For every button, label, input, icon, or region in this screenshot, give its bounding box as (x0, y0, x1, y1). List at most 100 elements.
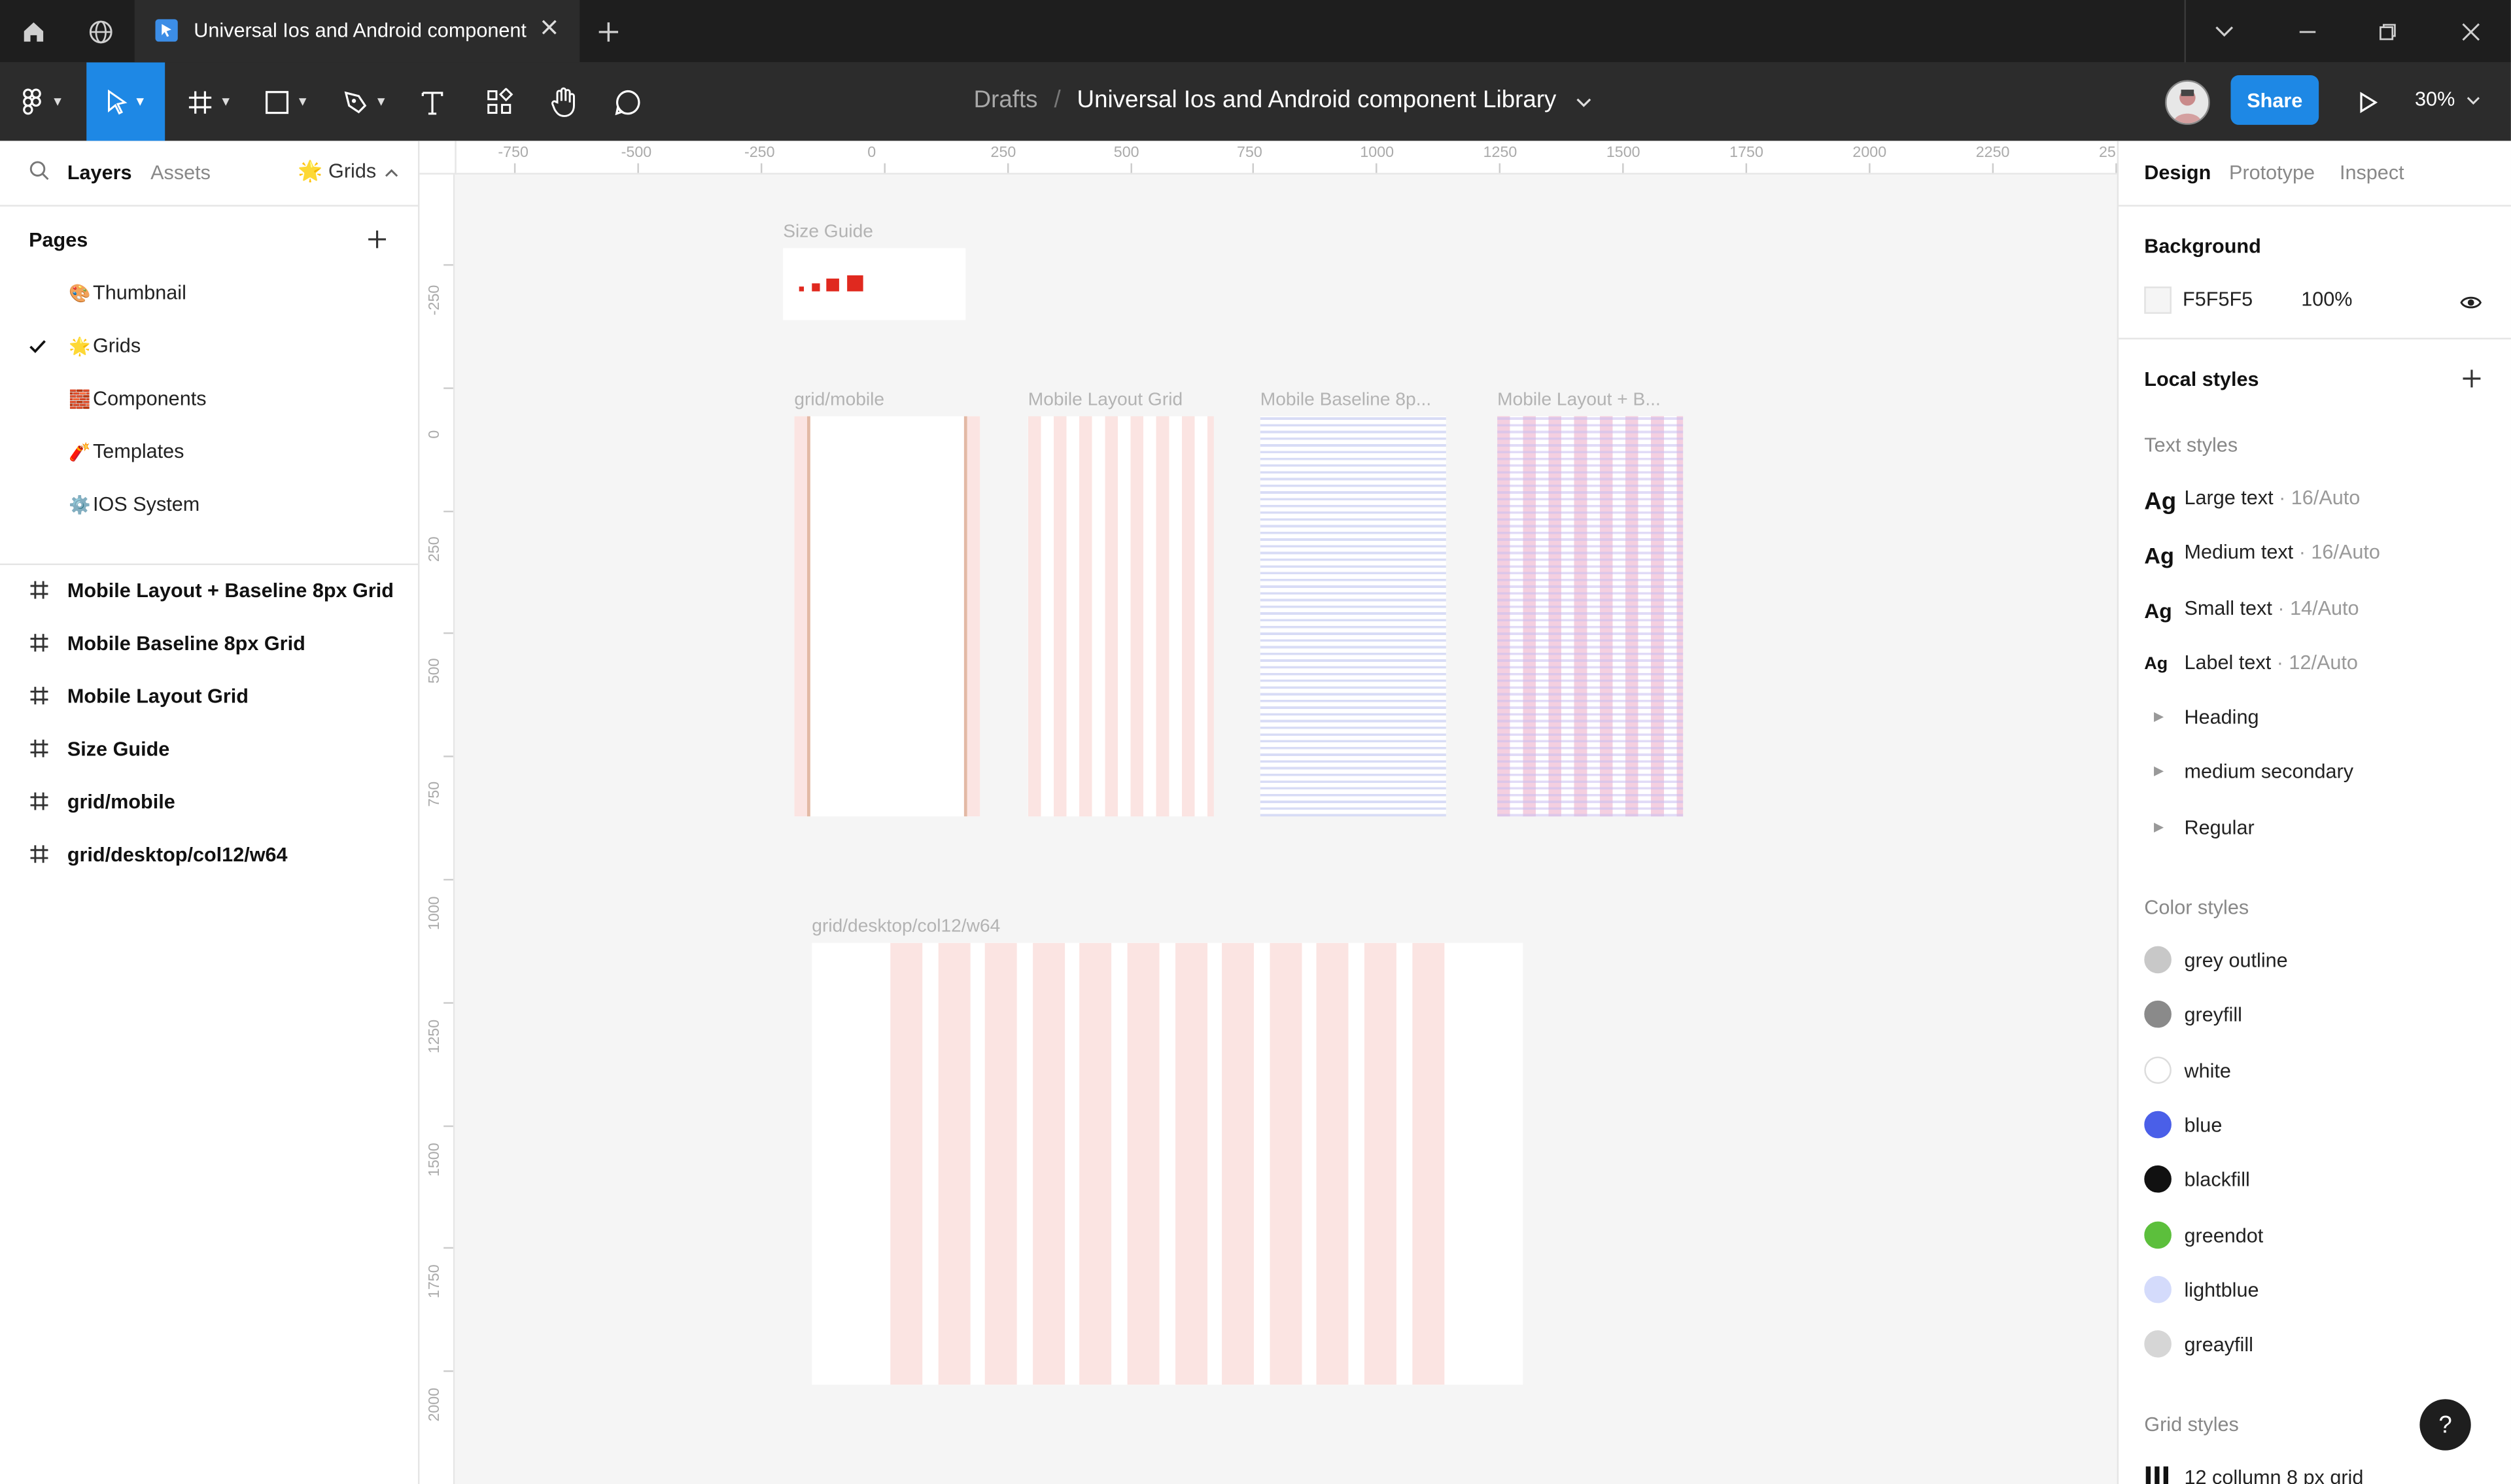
color-swatch (2144, 1056, 2172, 1084)
plus-icon[interactable] (583, 0, 634, 62)
breadcrumb-drafts[interactable]: Drafts (974, 86, 1038, 114)
page-item-label: Grids (93, 334, 141, 357)
text-style-meta: · 12/Auto (2271, 651, 2358, 674)
text-style-group[interactable]: ▶ Heading (2119, 706, 2511, 738)
tab-inspect[interactable]: Inspect (2340, 162, 2404, 184)
ruler-top-label: 0 (867, 144, 876, 162)
grid-style-item[interactable]: 12 collumn 8 px grid (2119, 1463, 2511, 1484)
pen-tool-icon[interactable]: ▼ (330, 62, 400, 141)
frame-mobile-layout-baseline[interactable] (1497, 416, 1684, 817)
eye-icon[interactable] (2460, 290, 2482, 319)
color-style-item[interactable]: blackfill (2119, 1165, 2511, 1198)
text-styles-header: Text styles (2144, 434, 2238, 457)
background-hex-input[interactable]: F5F5F5 (2183, 288, 2253, 311)
frame-label-mobile-layout-grid[interactable]: Mobile Layout Grid (1028, 390, 1183, 409)
ruler-left-tick (443, 1247, 453, 1250)
chevron-up-icon (385, 160, 400, 182)
minimize-icon[interactable] (2274, 0, 2342, 62)
ruler-left-label: -250 (426, 285, 444, 316)
help-button[interactable]: ? (2419, 1399, 2471, 1451)
frame-grid-mobile[interactable] (794, 416, 980, 817)
frame-icon (29, 685, 50, 711)
tab-prototype[interactable]: Prototype (2229, 162, 2315, 184)
color-style-item[interactable]: lightblue (2119, 1275, 2511, 1307)
zoom-menu[interactable]: 30% (2415, 88, 2480, 111)
layer-item[interactable]: grid/desktop/col12/w64 (0, 829, 418, 880)
frame-size-guide[interactable] (783, 248, 966, 320)
frame-mobile-baseline[interactable] (1260, 416, 1446, 817)
page-selector[interactable]: 🌟 Grids (298, 160, 399, 184)
ruler-top: -750 -500 -250 0 250 500 750 1000 1250 1500 1750 20… (455, 141, 2117, 175)
frame-label-grid-desktop[interactable]: grid/desktop/col12/w64 (812, 918, 1000, 937)
text-style-group[interactable]: ▶ medium secondary (2119, 761, 2511, 793)
text-style-label: Large text (2184, 487, 2274, 509)
tab-assets[interactable]: Assets (150, 162, 211, 184)
main-menu-icon[interactable]: ▼ (7, 62, 80, 141)
hand-tool-icon[interactable] (542, 62, 587, 141)
present-icon[interactable] (2347, 62, 2389, 141)
text-style-group[interactable]: ▶ Regular (2119, 816, 2511, 848)
frame-grid-desktop[interactable] (812, 942, 1523, 1385)
page-item[interactable]: 🧱 Components (0, 373, 418, 424)
color-style-item[interactable]: grey outline (2119, 946, 2511, 978)
text-style-item[interactable]: Ag Large text · 16/Auto (2119, 482, 2511, 521)
restore-icon[interactable] (2354, 0, 2421, 62)
layer-item[interactable]: Mobile Layout Grid (0, 671, 418, 722)
search-icon[interactable] (29, 160, 50, 189)
page-item[interactable]: 🌟 Grids (0, 320, 418, 371)
page-item[interactable]: 🎨 Thumbnail (0, 267, 418, 319)
frame-label-size-guide[interactable]: Size Guide (783, 222, 873, 241)
frame-mobile-layout-grid[interactable] (1028, 416, 1214, 817)
globe-icon[interactable] (67, 0, 135, 62)
text-style-item[interactable]: Ag Medium text · 16/Auto (2119, 537, 2511, 576)
tab-layers[interactable]: Layers (67, 162, 132, 184)
background-swatch[interactable] (2144, 286, 2172, 314)
ruler-top-tick (883, 163, 886, 173)
frame-tool-icon[interactable]: ▼ (176, 62, 243, 141)
file-name[interactable]: Universal Ios and Android component Libr… (1077, 86, 1557, 114)
canvas[interactable]: -750 -500 -250 0 250 500 750 1000 1250 1500 1750 20… (419, 141, 2117, 1484)
text-tool-icon[interactable] (410, 62, 455, 141)
close-icon[interactable] (538, 16, 561, 43)
ruler-left-tick (443, 264, 453, 266)
share-button[interactable]: Share (2230, 75, 2319, 125)
ruler-corner (419, 141, 457, 175)
text-style-label: Label text (2184, 651, 2272, 674)
tab-design[interactable]: Design (2144, 162, 2211, 184)
background-header: Background (2144, 235, 2261, 258)
frame-label-grid-mobile[interactable]: grid/mobile (794, 390, 884, 409)
move-tool-icon[interactable]: ▼ (86, 62, 165, 141)
ruler-left-label: 250 (426, 536, 444, 562)
color-style-item[interactable]: greayfill (2119, 1330, 2511, 1362)
frame-label-mobile-layout-baseline[interactable]: Mobile Layout + B... (1497, 390, 1661, 409)
size-guide-squares (799, 275, 863, 292)
color-style-item[interactable]: blue (2119, 1111, 2511, 1143)
ruler-top-tick (1622, 163, 1624, 173)
color-style-item[interactable]: white (2119, 1056, 2511, 1088)
file-tab[interactable]: Universal Ios and Android component L (134, 0, 580, 63)
grid-column (1222, 942, 1255, 1385)
page-item[interactable]: 🧨 Templates (0, 426, 418, 477)
shape-tool-icon[interactable]: ▼ (253, 62, 320, 141)
grid-styles-header: Grid styles (2144, 1413, 2239, 1436)
layer-item[interactable]: Mobile Layout + Baseline 8px Grid (0, 565, 418, 616)
text-style-item[interactable]: Ag Label text · 12/Auto (2119, 647, 2511, 685)
chevron-down-icon[interactable] (2194, 0, 2255, 62)
layer-item[interactable]: grid/mobile (0, 776, 418, 827)
add-style-icon[interactable] (2461, 368, 2482, 397)
text-style-item[interactable]: Ag Small text · 14/Auto (2119, 592, 2511, 630)
add-page-icon[interactable] (367, 229, 388, 258)
frame-label-mobile-baseline[interactable]: Mobile Baseline 8p... (1260, 390, 1431, 409)
page-item[interactable]: ⚙️ IOS System (0, 479, 418, 530)
background-opacity-input[interactable]: 100% (2301, 288, 2352, 311)
color-style-item[interactable]: greyfill (2119, 1001, 2511, 1033)
layer-item[interactable]: Mobile Baseline 8px Grid (0, 618, 418, 669)
resources-icon[interactable] (477, 62, 523, 141)
layer-item[interactable]: Size Guide (0, 723, 418, 774)
comment-tool-icon[interactable] (605, 62, 650, 141)
chevron-down-icon[interactable] (1576, 87, 1591, 114)
window-close-icon[interactable] (2437, 0, 2504, 62)
home-icon[interactable] (0, 0, 67, 62)
avatar[interactable] (2165, 80, 2210, 125)
color-style-item[interactable]: greendot (2119, 1220, 2511, 1252)
